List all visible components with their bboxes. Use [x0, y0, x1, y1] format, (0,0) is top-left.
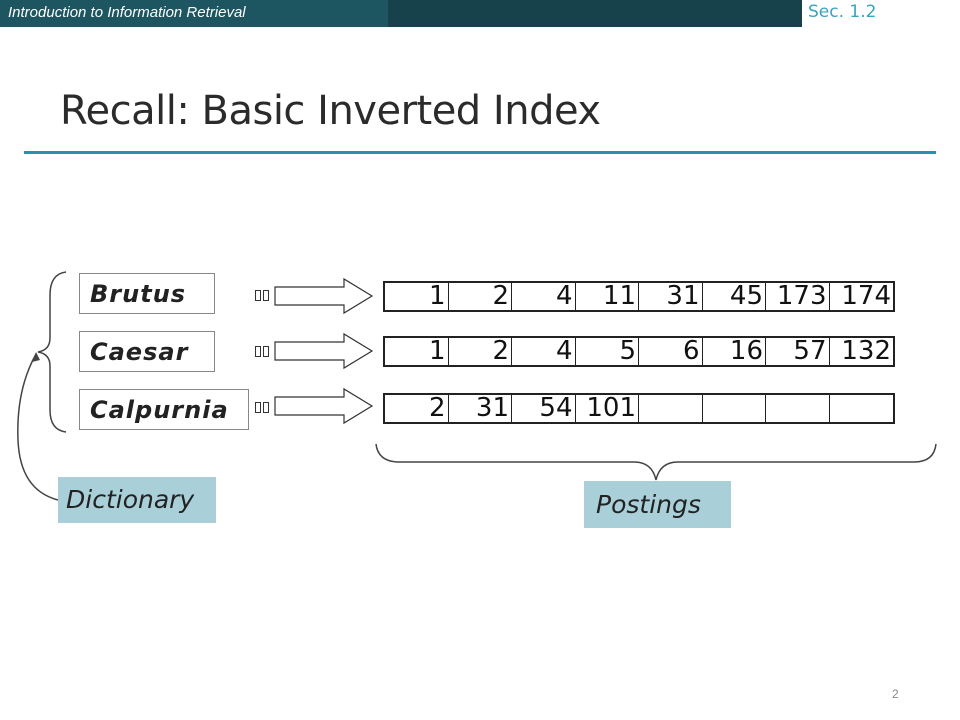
posting-cell: 101	[576, 395, 639, 422]
posting-cell	[639, 395, 703, 422]
postings-list-brutus: 1 2 4 11 31 45 173 174	[383, 281, 895, 312]
posting-cell: 1	[385, 283, 449, 310]
dictionary-brace	[37, 271, 67, 433]
term-label: Calpurnia	[90, 396, 229, 424]
posting-cell: 174	[841, 283, 891, 310]
dictionary-label-box: Dictionary	[58, 477, 216, 523]
posting-cell: 2	[449, 338, 512, 365]
pointer-icon	[255, 398, 273, 413]
posting-cell: 173	[766, 283, 830, 310]
postings-label: Postings	[596, 490, 701, 519]
posting-cell: 31	[449, 395, 512, 422]
posting-cell: 31	[639, 283, 703, 310]
posting-cell: 4	[512, 283, 576, 310]
arrow-row-1	[274, 277, 374, 315]
posting-cell	[766, 395, 830, 422]
posting-cell: 45	[703, 283, 766, 310]
posting-cell: 5	[576, 338, 639, 365]
term-label: Caesar	[90, 338, 189, 366]
dictionary-label: Dictionary	[66, 485, 195, 514]
pointer-icon	[255, 286, 273, 301]
posting-cell: 132	[841, 338, 891, 365]
posting-cell: 6	[639, 338, 703, 365]
dictionary-arrow	[17, 353, 59, 501]
posting-cell: 2	[385, 395, 449, 422]
posting-cell: 54	[512, 395, 576, 422]
postings-list-caesar: 1 2 4 5 6 16 57 132	[383, 336, 895, 367]
posting-cell: 1	[385, 338, 449, 365]
dictionary-term-brutus: Brutus	[79, 273, 215, 314]
dictionary-term-calpurnia: Calpurnia	[79, 389, 249, 430]
posting-cell: 11	[576, 283, 639, 310]
postings-list-calpurnia: 2 31 54 101	[383, 393, 895, 424]
postings-arrows	[274, 277, 374, 425]
term-label: Brutus	[90, 280, 187, 308]
posting-cell: 2	[449, 283, 512, 310]
pointer-icon	[255, 342, 273, 357]
arrow-row-2	[274, 332, 374, 370]
posting-cell: 57	[766, 338, 830, 365]
postings-brace	[375, 443, 937, 481]
posting-cell: 16	[703, 338, 766, 365]
posting-cell	[703, 395, 766, 422]
page-number: 2	[892, 687, 899, 701]
posting-cell: 4	[512, 338, 576, 365]
postings-label-box: Postings	[584, 481, 731, 528]
dictionary-arrowhead	[32, 352, 40, 362]
posting-cell	[830, 395, 894, 422]
dictionary-term-caesar: Caesar	[79, 331, 215, 372]
arrow-row-3	[274, 387, 374, 425]
